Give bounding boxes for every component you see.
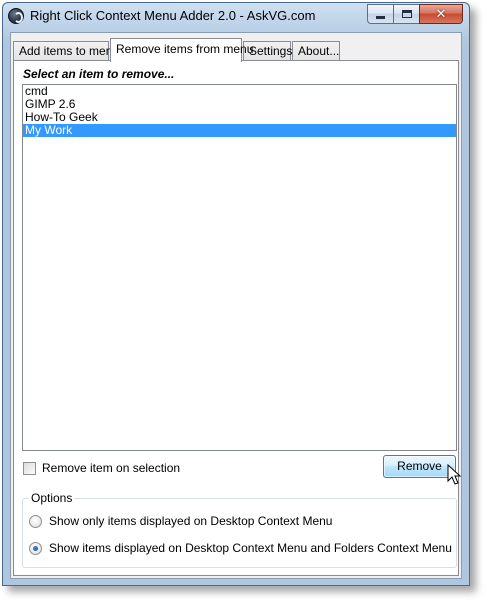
caption-buttons: ✕ <box>367 4 463 24</box>
remove-on-selection-option[interactable]: Remove item on selection <box>23 461 180 475</box>
close-button[interactable]: ✕ <box>419 4 463 24</box>
radio-desktop-and-folders-label: Show items displayed on Desktop Context … <box>49 541 452 555</box>
radio-desktop-only-button[interactable] <box>29 514 42 528</box>
title-bar[interactable]: Right Click Context Menu Adder 2.0 - Ask… <box>3 3 469 31</box>
remove-on-selection-checkbox[interactable] <box>23 461 36 475</box>
select-item-prompt: Select an item to remove... <box>23 67 175 81</box>
remove-on-selection-label: Remove item on selection <box>42 461 181 475</box>
items-listbox[interactable]: cmd GIMP 2.6 How-To Geek My Work <box>22 84 457 451</box>
minimize-icon <box>376 15 385 19</box>
tab-about[interactable]: About... <box>292 41 340 61</box>
client-area: Add items to menu Remove items from menu… <box>10 32 462 579</box>
list-item[interactable]: How-To Geek <box>23 111 456 124</box>
remove-items-panel: Select an item to remove... cmd GIMP 2.6… <box>13 60 462 576</box>
radio-desktop-only[interactable]: Show only items displayed on Desktop Con… <box>29 514 332 528</box>
close-icon: ✕ <box>435 6 447 22</box>
options-group-title: Options <box>29 491 75 505</box>
radio-desktop-only-label: Show only items displayed on Desktop Con… <box>49 514 333 528</box>
list-item-selected[interactable]: My Work <box>23 124 456 137</box>
radio-desktop-and-folders[interactable]: Show items displayed on Desktop Context … <box>29 541 452 555</box>
app-icon[interactable] <box>8 8 24 24</box>
list-item[interactable]: cmd <box>23 85 456 98</box>
tab-add-items[interactable]: Add items to menu <box>13 41 119 61</box>
maximize-button[interactable] <box>393 4 419 24</box>
options-group: Options Show only items displayed on Des… <box>22 491 457 568</box>
mouse-cursor-icon <box>447 464 462 485</box>
remove-button[interactable]: Remove <box>383 455 456 478</box>
window-title: Right Click Context Menu Adder 2.0 - Ask… <box>30 8 316 23</box>
app-window: Right Click Context Menu Adder 2.0 - Ask… <box>2 2 470 586</box>
maximize-icon <box>401 10 412 18</box>
minimize-button[interactable] <box>367 4 393 24</box>
radio-desktop-and-folders-button[interactable] <box>29 541 42 555</box>
tab-remove-items[interactable]: Remove items from menu <box>110 38 253 62</box>
